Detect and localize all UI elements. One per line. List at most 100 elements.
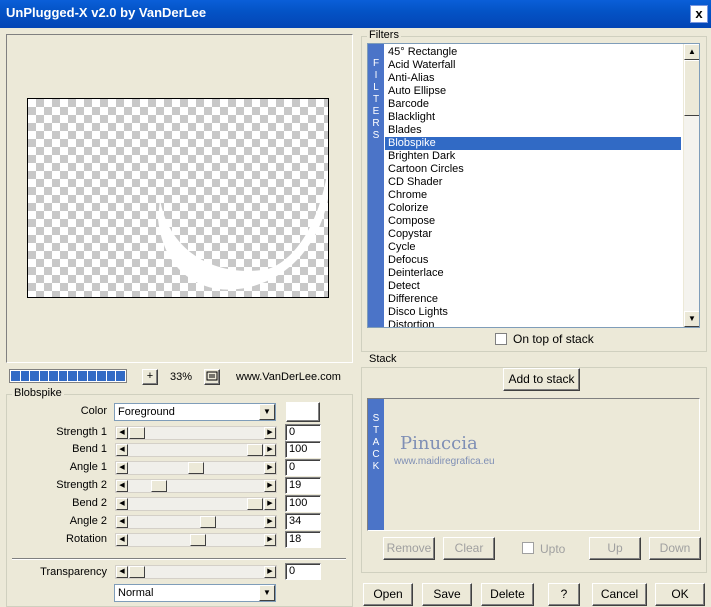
transparency-slider[interactable]: ◀ ▶ xyxy=(115,565,277,579)
progress-segment xyxy=(68,371,78,381)
slider-left-arrow-icon[interactable]: ◀ xyxy=(116,480,128,492)
zoom-in-button[interactable]: + xyxy=(142,369,158,385)
down-button[interactable]: Down xyxy=(649,537,701,560)
slider-left-arrow-icon[interactable]: ◀ xyxy=(116,462,128,474)
progress-segment xyxy=(97,371,106,381)
filter-list-item[interactable]: Detect xyxy=(385,280,681,293)
zoom-fit-icon xyxy=(206,371,218,381)
filter-list-item[interactable]: Auto Ellipse xyxy=(385,85,681,98)
color-swatch-button[interactable] xyxy=(286,402,320,422)
close-button[interactable]: x xyxy=(690,5,708,23)
filter-list-item[interactable]: Copystar xyxy=(385,228,681,241)
preview-canvas[interactable] xyxy=(27,98,329,298)
slider-thumb[interactable] xyxy=(151,480,168,492)
filter-list-item[interactable]: Disco Lights xyxy=(385,306,681,319)
filter-list-item[interactable]: Cycle xyxy=(385,241,681,254)
filter-list-item[interactable]: Barcode xyxy=(385,98,681,111)
param-slider[interactable]: ◀ ▶ xyxy=(115,461,277,475)
clear-button[interactable]: Clear xyxy=(443,537,495,560)
filter-list-item[interactable]: Difference xyxy=(385,293,681,306)
upto-label: Upto xyxy=(540,542,566,556)
slider-right-arrow-icon[interactable]: ▶ xyxy=(264,427,276,439)
filter-list-item[interactable]: Deinterlace xyxy=(385,267,681,280)
filter-list-item[interactable]: CD Shader xyxy=(385,176,681,189)
remove-button[interactable]: Remove xyxy=(383,537,435,560)
color-dropdown[interactable]: Foreground ▼ xyxy=(114,403,276,421)
filter-list-item[interactable]: Blacklight xyxy=(385,111,681,124)
slider-left-arrow-icon[interactable]: ◀ xyxy=(116,427,128,439)
param-slider[interactable]: ◀ ▶ xyxy=(115,443,277,457)
transparency-value[interactable]: 0 xyxy=(285,563,321,580)
slider-thumb[interactable] xyxy=(129,566,145,578)
param-slider[interactable]: ◀ ▶ xyxy=(115,426,277,440)
blend-mode-dropdown[interactable]: Normal ▼ xyxy=(114,584,276,602)
filter-list-item[interactable]: 45° Rectangle xyxy=(385,46,681,59)
slider-value-field[interactable]: 100 xyxy=(285,495,321,512)
slider-right-arrow-icon[interactable]: ▶ xyxy=(264,444,276,456)
save-button[interactable]: Save xyxy=(422,583,472,606)
slider-value-field[interactable]: 19 xyxy=(285,477,321,494)
divider xyxy=(12,558,346,560)
slider-left-arrow-icon[interactable]: ◀ xyxy=(116,566,128,578)
slider-right-arrow-icon[interactable]: ▶ xyxy=(264,534,276,546)
scroll-down-icon[interactable]: ▼ xyxy=(684,311,699,327)
slider-value-field[interactable]: 18 xyxy=(285,531,321,548)
progress-segment xyxy=(20,371,30,381)
slider-value-field[interactable]: 0 xyxy=(285,459,321,476)
open-button[interactable]: Open xyxy=(363,583,413,606)
slider-value-field[interactable]: 34 xyxy=(285,513,321,530)
stack-vertical-tab: STACK xyxy=(368,399,384,530)
filter-list-item[interactable]: Blobspike xyxy=(385,137,681,150)
slider-left-arrow-icon[interactable]: ◀ xyxy=(116,444,128,456)
filter-list-item[interactable]: Chrome xyxy=(385,189,681,202)
slider-left-arrow-icon[interactable]: ◀ xyxy=(116,534,128,546)
delete-button[interactable]: Delete xyxy=(481,583,534,606)
zoom-out-button[interactable] xyxy=(204,369,220,385)
filter-list-item[interactable]: Defocus xyxy=(385,254,681,267)
filter-list-item[interactable]: Compose xyxy=(385,215,681,228)
slider-value-field[interactable]: 100 xyxy=(285,441,321,458)
slider-thumb[interactable] xyxy=(247,444,263,456)
website-link[interactable]: www.VanDerLee.com xyxy=(236,371,341,383)
filter-list-item[interactable]: Colorize xyxy=(385,202,681,215)
param-slider[interactable]: ◀ ▶ xyxy=(115,479,277,493)
filter-list-item[interactable]: Acid Waterfall xyxy=(385,59,681,72)
slider-right-arrow-icon[interactable]: ▶ xyxy=(264,462,276,474)
chevron-down-icon: ▼ xyxy=(259,585,275,601)
slider-thumb[interactable] xyxy=(129,427,145,439)
slider-thumb[interactable] xyxy=(199,516,216,528)
ok-button[interactable]: OK xyxy=(655,583,705,606)
slider-left-arrow-icon[interactable]: ◀ xyxy=(116,516,128,528)
slider-right-arrow-icon[interactable]: ▶ xyxy=(264,480,276,492)
cancel-button[interactable]: Cancel xyxy=(592,583,647,606)
filters-listbox[interactable]: FILTERS 45° Rectangle Acid Waterfall Anti-… xyxy=(367,43,700,328)
scroll-thumb[interactable] xyxy=(684,60,699,116)
slider-value-field[interactable]: 0 xyxy=(285,424,321,441)
filter-list-item[interactable]: Distortion xyxy=(385,319,681,327)
upto-checkbox[interactable] xyxy=(522,542,534,554)
slider-right-arrow-icon[interactable]: ▶ xyxy=(264,516,276,528)
param-slider[interactable]: ◀ ▶ xyxy=(115,515,277,529)
vertical-tab-letter: L xyxy=(373,82,379,93)
slider-thumb[interactable] xyxy=(247,498,263,510)
filter-list-item[interactable]: Cartoon Circles xyxy=(385,163,681,176)
progress-segment xyxy=(106,371,116,381)
progress-segment xyxy=(49,371,58,381)
slider-thumb[interactable] xyxy=(188,462,204,474)
help-button[interactable]: ? xyxy=(548,583,580,606)
param-slider[interactable]: ◀ ▶ xyxy=(115,497,277,511)
slider-right-arrow-icon[interactable]: ▶ xyxy=(264,498,276,510)
param-slider[interactable]: ◀ ▶ xyxy=(115,533,277,547)
filters-scrollbar[interactable]: ▲ ▼ xyxy=(683,44,699,327)
on-top-checkbox[interactable] xyxy=(495,333,507,345)
slider-thumb[interactable] xyxy=(190,534,207,546)
up-button[interactable]: Up xyxy=(589,537,641,560)
slider-right-arrow-icon[interactable]: ▶ xyxy=(264,566,276,578)
add-to-stack-button[interactable]: Add to stack xyxy=(503,368,580,391)
filter-list-item[interactable]: Blades xyxy=(385,124,681,137)
filter-list-item[interactable]: Brighten Dark xyxy=(385,150,681,163)
scroll-up-icon[interactable]: ▲ xyxy=(684,44,699,60)
slider-left-arrow-icon[interactable]: ◀ xyxy=(116,498,128,510)
stack-listbox[interactable]: STACK Pinuccia www.maidiregrafica.eu xyxy=(367,398,700,531)
filter-list-item[interactable]: Anti-Alias xyxy=(385,72,681,85)
